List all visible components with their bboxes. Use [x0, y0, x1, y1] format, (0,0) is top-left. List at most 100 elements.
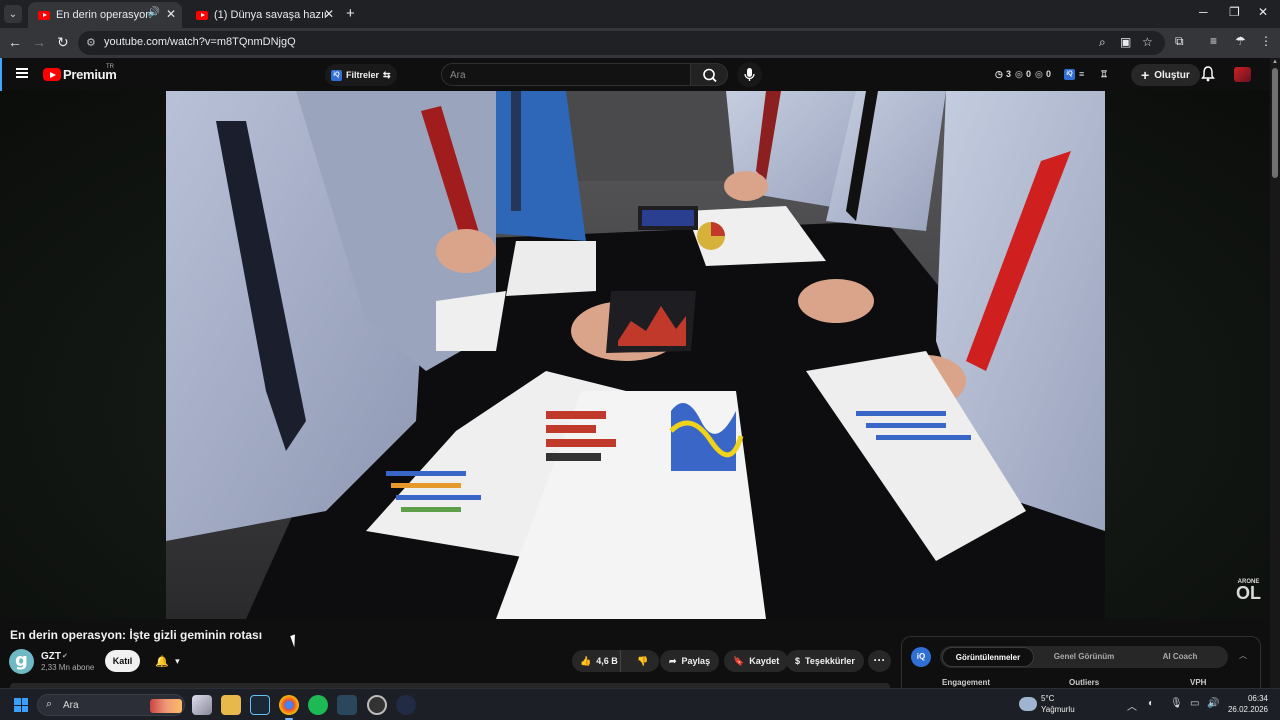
- spotify-icon[interactable]: [308, 695, 328, 715]
- youtube-logo-icon[interactable]: [43, 68, 61, 81]
- column-header: VPH: [1190, 678, 1207, 687]
- new-tab-button[interactable]: +: [346, 5, 355, 22]
- weather-temperature[interactable]: 5°C: [1041, 694, 1054, 703]
- browser-tab[interactable]: (1) Dünya savaşa hazırlanırken ✕: [186, 2, 340, 28]
- join-button[interactable]: Katıl: [105, 650, 140, 672]
- search-button[interactable]: [690, 63, 728, 86]
- chatgpt-icon[interactable]: [367, 695, 387, 715]
- thumbs-up-icon: 👍: [580, 655, 592, 666]
- thanks-button[interactable]: $ Teşekkürler: [786, 650, 864, 672]
- collapse-chevron-icon[interactable]: ︿: [1239, 650, 1247, 661]
- zoom-icon[interactable]: ⌕: [1099, 35, 1106, 50]
- rain-cloud-icon[interactable]: [1019, 697, 1037, 711]
- plus-icon: +: [1141, 67, 1150, 83]
- share-label: Paylaş: [681, 656, 711, 666]
- eye-stat-icon: ◎: [1015, 69, 1023, 79]
- volume-icon[interactable]: 🔊: [1207, 698, 1219, 709]
- voice-search-button[interactable]: [737, 62, 762, 87]
- iq-icon[interactable]: iQ: [1064, 69, 1075, 80]
- task-view-icon[interactable]: [192, 695, 212, 715]
- channel-avatar[interactable]: g: [9, 649, 34, 674]
- list-icon[interactable]: ≡: [1079, 69, 1084, 79]
- media-controls-icon[interactable]: ≡: [1210, 34, 1217, 48]
- tray-chevron-up-icon[interactable]: ︿: [1127, 698, 1137, 713]
- restore-button[interactable]: ❐: [1229, 5, 1240, 19]
- chrome-icon[interactable]: [279, 695, 299, 720]
- file-explorer-icon[interactable]: [221, 695, 241, 715]
- app-icon[interactable]: [396, 695, 416, 715]
- trophy-icon[interactable]: ♖: [1100, 69, 1108, 80]
- url-text[interactable]: youtube.com/watch?v=m8TQnmDNjgQ: [104, 36, 296, 48]
- iq-logo: iQ: [911, 647, 931, 667]
- save-button[interactable]: 🔖 Kaydet: [724, 650, 789, 672]
- tab-search-dropdown-icon[interactable]: ⌄: [4, 5, 22, 23]
- cast-icon[interactable]: ▣: [1120, 35, 1131, 49]
- scroll-thumb[interactable]: [1272, 68, 1278, 178]
- reload-icon[interactable]: ↻: [57, 34, 69, 51]
- search-icon: [703, 68, 717, 83]
- stat-value: 0: [1046, 69, 1052, 79]
- search-input[interactable]: [450, 67, 680, 83]
- tab-audio-icon[interactable]: 🔊: [148, 7, 160, 18]
- share-button[interactable]: ➦ Paylaş: [660, 650, 720, 672]
- steam-alt-icon[interactable]: [337, 695, 357, 715]
- tab-views[interactable]: Görüntülenmeler: [942, 647, 1034, 667]
- clock-date[interactable]: 26.02.2026: [1222, 705, 1268, 714]
- save-label: Kaydet: [749, 656, 780, 666]
- mouse-cursor: [290, 632, 304, 648]
- tab-close-icon[interactable]: ✕: [324, 7, 334, 21]
- profile-icon[interactable]: ☂: [1235, 34, 1246, 48]
- account-avatar[interactable]: [1234, 67, 1251, 82]
- back-icon[interactable]: ←: [8, 34, 22, 50]
- share-arrow-icon: ➦: [669, 655, 677, 666]
- clock-stat-icon: ◷: [995, 69, 1003, 79]
- forward-icon[interactable]: →: [32, 34, 46, 50]
- weather-description[interactable]: Yağmurlu: [1041, 705, 1075, 714]
- tab-close-icon[interactable]: ✕: [166, 7, 176, 21]
- close-window-button[interactable]: ✕: [1258, 5, 1268, 19]
- scroll-up-icon[interactable]: ▲: [1272, 59, 1278, 65]
- browser-tab-active[interactable]: En derin operasyon: İşte gi 🔊 ✕: [28, 2, 182, 28]
- like-button[interactable]: 👍 4,6 B: [572, 650, 622, 672]
- tab-overview[interactable]: Genel Görünüm: [1038, 646, 1130, 668]
- youtube-favicon-icon: [196, 10, 208, 20]
- channel-name[interactable]: GZT: [41, 651, 61, 662]
- page-scrollbar[interactable]: ▲: [1270, 58, 1280, 688]
- notifications-bell-icon[interactable]: [1201, 66, 1215, 87]
- stat-value: 3: [1006, 69, 1012, 79]
- site-info-icon[interactable]: ⚙: [86, 36, 96, 49]
- eye-stat-icon: ◎: [1035, 69, 1043, 79]
- search-icon: ⌕: [46, 698, 53, 710]
- dislike-button[interactable]: 👎: [626, 656, 659, 667]
- create-button[interactable]: + Oluştur: [1131, 64, 1200, 86]
- video-frame[interactable]: g: [166, 91, 1105, 619]
- minimize-button[interactable]: ─: [1199, 5, 1208, 19]
- video-player[interactable]: g ARONE OL: [0, 91, 1270, 619]
- filters-button[interactable]: iQ Filtreler ⇆: [325, 64, 397, 86]
- youtube-favicon-icon: [38, 10, 50, 20]
- like-count: 4,6 B: [596, 656, 618, 666]
- steam-icon[interactable]: [250, 695, 270, 715]
- microphone-icon: [744, 68, 755, 81]
- search-box[interactable]: [441, 63, 691, 86]
- thanks-label: Teşekkürler: [805, 656, 855, 666]
- corner-overlay-logo: ARONE OL: [1236, 579, 1261, 602]
- clock-time[interactable]: 06:34: [1232, 694, 1268, 703]
- extensions-icon[interactable]: ⧉: [1175, 34, 1184, 49]
- video-title: En derin operasyon: İşte gizli geminin r…: [10, 628, 263, 642]
- menu-icon[interactable]: ⋮: [1260, 34, 1272, 48]
- analytics-side-panel: iQ Görüntülenmeler Genel Görünüm AI Coac…: [901, 636, 1261, 688]
- windows-start-icon[interactable]: [14, 698, 28, 712]
- bookmark-star-icon[interactable]: ☆: [1142, 35, 1153, 49]
- more-actions-button[interactable]: ···: [868, 650, 891, 672]
- hamburger-menu-icon[interactable]: [16, 68, 28, 78]
- network-icon[interactable]: ▭: [1190, 698, 1199, 709]
- tab-ai-coach[interactable]: AI Coach: [1134, 646, 1226, 668]
- address-bar[interactable]: ⚙ youtube.com/watch?v=m8TQnmDNjgQ ⌕ ▣ ☆: [78, 31, 1165, 55]
- microphone-tray-icon[interactable]: 🎙: [1170, 698, 1183, 709]
- tray-app-icon[interactable]: ◐: [1148, 698, 1154, 709]
- tab-title: En derin operasyon: İşte gi: [56, 9, 152, 21]
- search-highlight-image: [150, 699, 182, 713]
- subscription-bell-button[interactable]: 🔔 ▾: [145, 650, 190, 672]
- taskbar-search[interactable]: ⌕ Ara: [37, 694, 185, 716]
